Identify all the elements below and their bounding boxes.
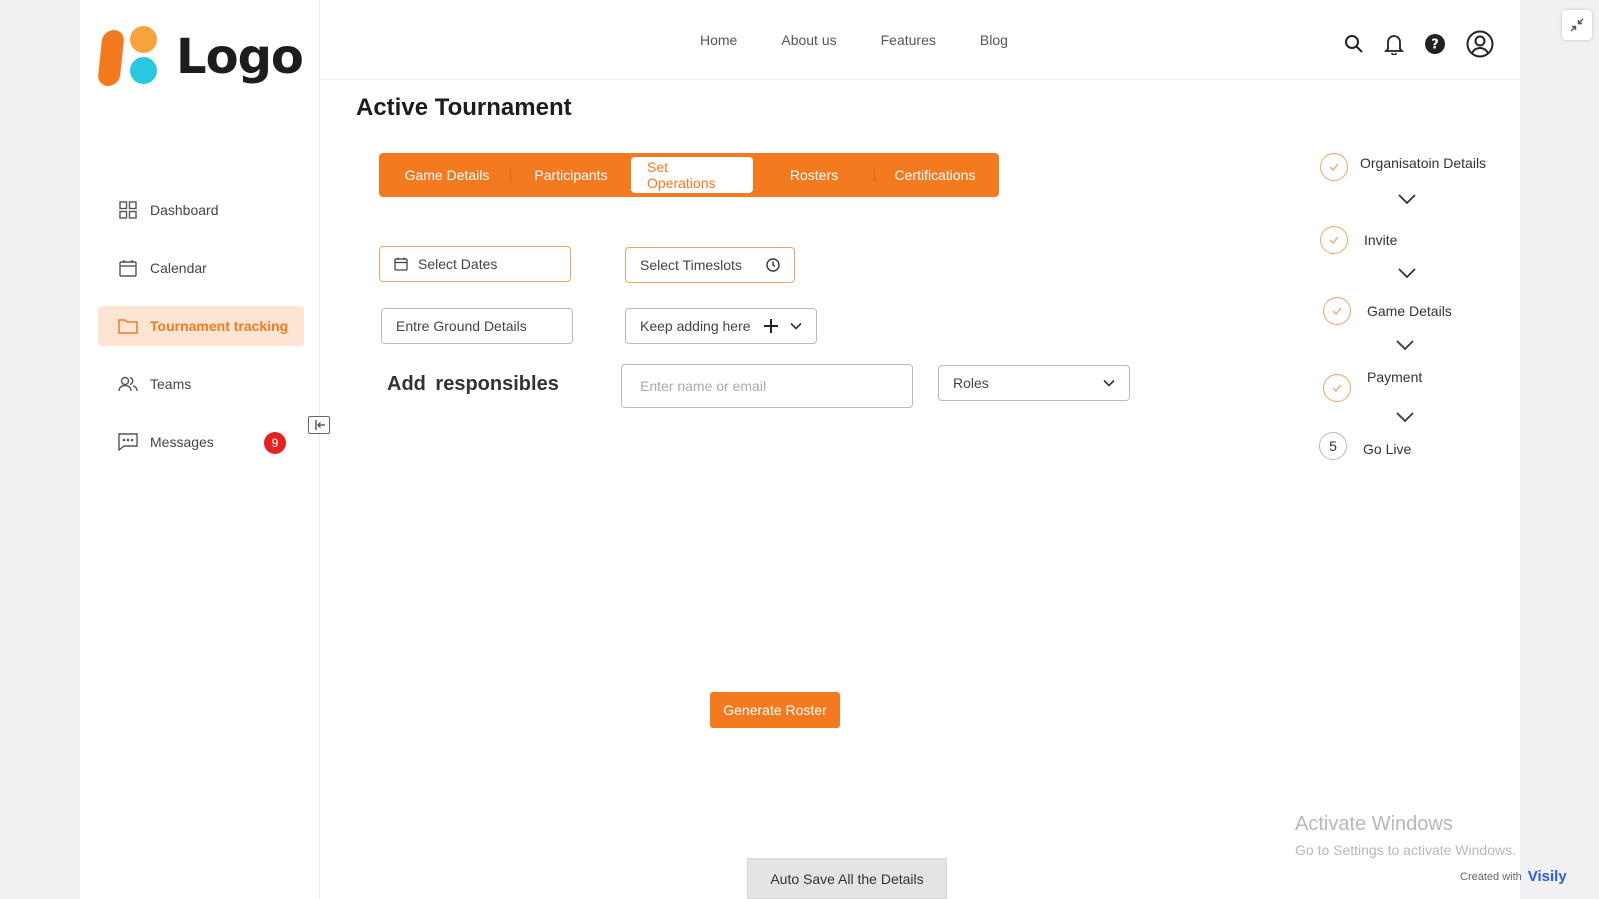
name-email-placeholder: Enter name or email <box>640 378 767 394</box>
chevron-down-icon <box>1103 379 1115 387</box>
tab-game-details[interactable]: Game Details <box>383 157 511 193</box>
select-dates-label: Select Dates <box>418 256 498 272</box>
tab-set-operations[interactable]: Set Operations <box>631 157 753 193</box>
users-icon <box>118 374 138 394</box>
roles-label: Roles <box>953 375 989 391</box>
logo-text: Logo <box>176 29 304 85</box>
collapse-sidebar-button[interactable] <box>308 416 330 434</box>
step-label: Organisatoin Details <box>1360 155 1487 171</box>
select-timeslots-label: Select Timeslots <box>640 257 742 273</box>
step-label: Invite <box>1364 232 1398 248</box>
nav-link-features[interactable]: Features <box>881 32 936 48</box>
sidebar-item-dashboard[interactable]: Dashboard <box>98 190 304 230</box>
clock-icon <box>766 258 780 272</box>
step-invite[interactable]: Invite <box>1320 226 1397 254</box>
select-timeslots-button[interactable]: Select Timeslots <box>625 247 795 283</box>
keep-adding-label: Keep adding here <box>640 318 751 334</box>
keep-adding-dropdown[interactable]: Keep adding here <box>625 308 817 344</box>
bell-icon[interactable] <box>1384 33 1404 55</box>
search-icon[interactable] <box>1344 34 1364 54</box>
collapse-arrows-icon <box>1570 18 1584 32</box>
sidebar-item-label: Teams <box>150 376 192 392</box>
svg-text:?: ? <box>1431 38 1439 53</box>
select-dates-button[interactable]: Select Dates <box>379 246 571 282</box>
ground-details-label: Entre Ground Details <box>396 318 527 334</box>
page-title: Active Tournament <box>356 94 572 121</box>
name-email-input[interactable]: Enter name or email <box>621 364 913 408</box>
ground-details-input[interactable]: Entre Ground Details <box>381 308 573 344</box>
step-label: Payment <box>1367 369 1423 385</box>
step-payment[interactable]: Payment <box>1323 369 1422 402</box>
top-header: Home About us Features Blog ? <box>320 0 1520 80</box>
folder-icon <box>118 316 138 336</box>
help-icon[interactable]: ? <box>1424 33 1446 55</box>
sidebar-item-label: Calendar <box>150 260 207 276</box>
sidebar-nav: Dashboard Calendar Tournament tracking T… <box>98 190 304 480</box>
plus-icon[interactable] <box>764 319 778 333</box>
check-icon <box>1323 374 1351 402</box>
chevron-down-icon <box>1396 412 1414 422</box>
sidebar-item-calendar[interactable]: Calendar <box>98 248 304 288</box>
created-with-label: Created with <box>1460 870 1522 883</box>
chevron-down-icon <box>1396 340 1414 350</box>
nav-link-blog[interactable]: Blog <box>980 32 1008 48</box>
sidebar-item-tournament-tracking[interactable]: Tournament tracking <box>98 306 304 346</box>
check-icon <box>1320 226 1348 254</box>
step-number: 5 <box>1319 432 1347 460</box>
brand-logo[interactable]: Logo <box>97 26 304 88</box>
sidebar-item-label: Messages <box>150 434 214 450</box>
chevron-down-icon <box>1398 268 1416 278</box>
check-icon <box>1323 297 1351 325</box>
minimize-button[interactable] <box>1562 10 1592 40</box>
sidebar-item-label: Tournament tracking <box>150 318 289 334</box>
roles-select[interactable]: Roles <box>938 365 1130 401</box>
sidebar-item-messages[interactable]: Messages 9 <box>98 422 304 462</box>
activate-title: Activate Windows <box>1295 813 1453 835</box>
chevron-down-icon <box>1398 194 1416 204</box>
check-icon <box>1320 153 1348 181</box>
tab-participants[interactable]: Participants <box>511 157 631 193</box>
sidebar-item-label: Dashboard <box>150 202 219 218</box>
logo-mark-icon <box>97 26 162 88</box>
step-go-live[interactable]: 5 Go Live <box>1319 432 1411 460</box>
created-with-visily: Created with Visily <box>1460 868 1567 885</box>
nav-link-home[interactable]: Home <box>700 32 737 48</box>
step-game-details[interactable]: Game Details <box>1323 297 1452 325</box>
sidebar: Logo Dashboard Calendar Tournament track… <box>80 0 320 899</box>
add-responsibles-heading: Add responsibles <box>387 373 559 395</box>
generate-roster-button[interactable]: Generate Roster <box>710 692 840 728</box>
step-label: Go Live <box>1363 441 1412 457</box>
tab-rosters[interactable]: Rosters <box>753 157 875 193</box>
activate-windows-watermark: Activate Windows Go to Settings to activ… <box>1295 813 1516 858</box>
sidebar-item-teams[interactable]: Teams <box>98 364 304 404</box>
header-icons: ? <box>1344 30 1494 58</box>
activate-subtitle: Go to Settings to activate Windows. <box>1295 842 1516 858</box>
chevron-down-icon <box>790 322 802 330</box>
messages-count-badge: 9 <box>264 432 286 454</box>
app-window: Logo Dashboard Calendar Tournament track… <box>80 0 1520 899</box>
grid-icon <box>118 200 138 220</box>
collapse-arrow-icon <box>315 420 325 430</box>
tournament-tabs: Game Details Participants Set Operations… <box>379 153 999 197</box>
auto-save-button[interactable]: Auto Save All the Details <box>747 858 947 899</box>
step-organisation-details[interactable]: Organisatoin Details <box>1320 153 1486 181</box>
top-nav: Home About us Features Blog <box>700 32 1052 48</box>
tab-certifications[interactable]: Certifications <box>875 157 995 193</box>
calendar-icon <box>394 257 408 271</box>
calendar-icon <box>118 258 138 278</box>
account-icon[interactable] <box>1466 30 1494 58</box>
step-label: Game Details <box>1367 303 1452 319</box>
nav-link-about[interactable]: About us <box>781 32 836 48</box>
chat-icon <box>118 432 138 452</box>
visily-brand: Visily <box>1527 868 1567 885</box>
